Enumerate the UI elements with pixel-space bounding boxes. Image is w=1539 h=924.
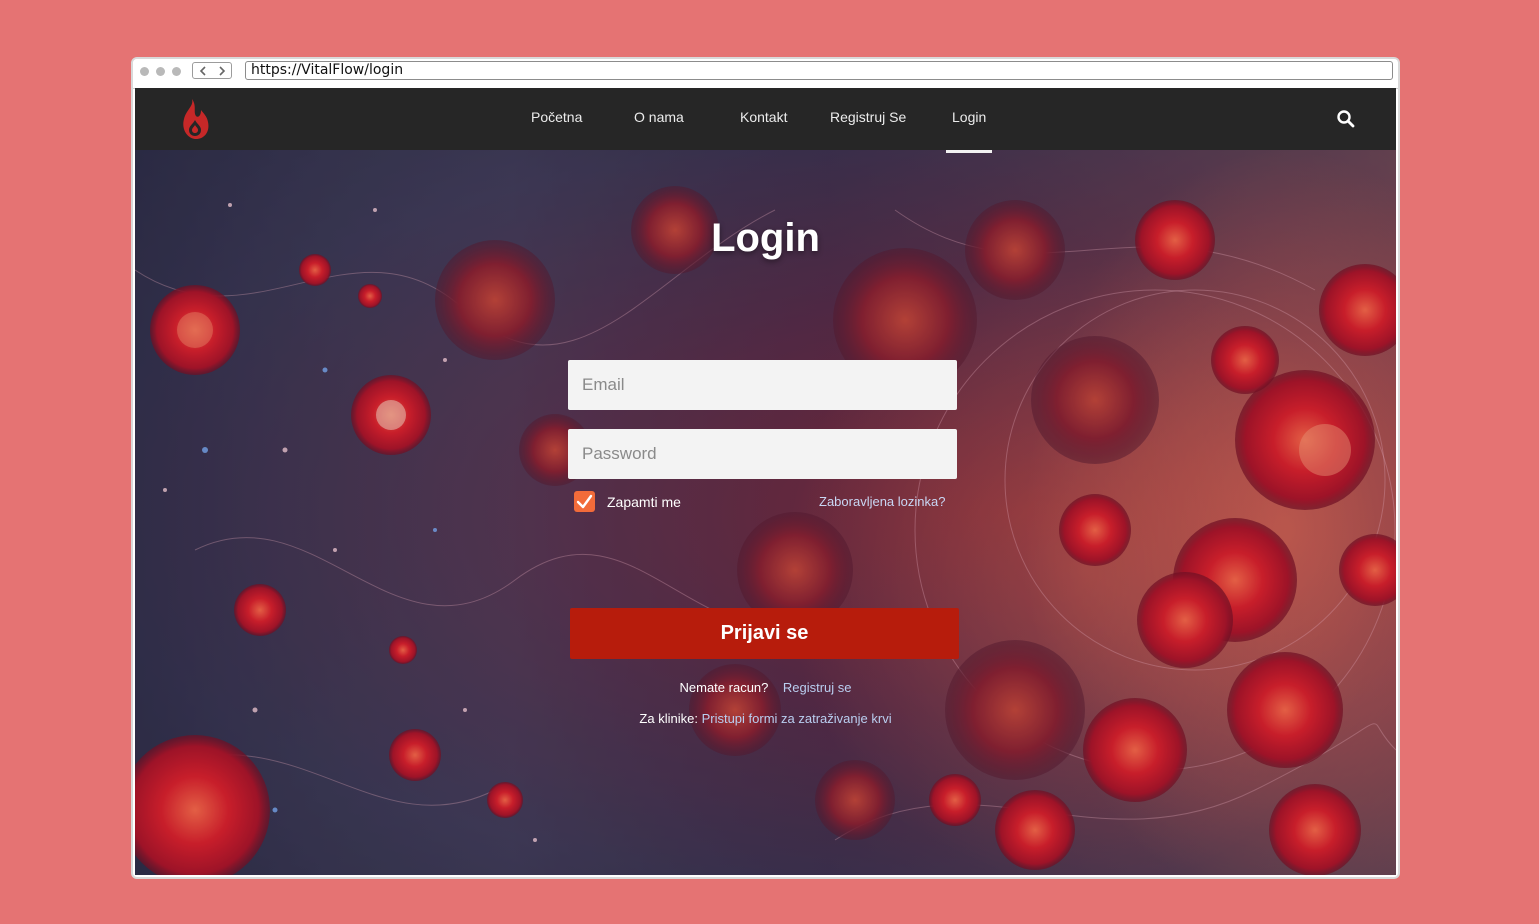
login-submit-button[interactable]: Prijavi se — [570, 608, 959, 659]
window-dot-icon — [140, 67, 149, 76]
blood-drop-flame-icon[interactable] — [177, 97, 211, 141]
register-prompt: Nemate racun? Registruj se — [135, 680, 1396, 695]
back-arrow-icon[interactable] — [199, 65, 207, 76]
browser-window: https://VitalFlow/login Početna O nama K… — [131, 57, 1400, 879]
clinics-request-link[interactable]: Pristupi formi za zatraživanje krvi — [702, 711, 892, 726]
nav-item-pocetna[interactable]: Početna — [531, 88, 582, 150]
nav-item-login[interactable]: Login — [945, 88, 993, 153]
no-account-text: Nemate racun? — [679, 680, 769, 695]
register-link[interactable]: Registruj se — [783, 680, 852, 695]
browser-chrome: https://VitalFlow/login — [133, 59, 1398, 89]
nav-item-o-nama[interactable]: O nama — [634, 88, 684, 150]
browser-nav-buttons — [192, 62, 232, 79]
window-dot-icon — [156, 67, 165, 76]
clinics-prompt: Za klinike: Pristupi formi za zatraživan… — [135, 711, 1396, 726]
email-field[interactable] — [568, 360, 957, 410]
nav-item-kontakt[interactable]: Kontakt — [740, 88, 787, 150]
url-bar[interactable]: https://VitalFlow/login — [245, 61, 1393, 80]
clinics-text: Za klinike: — [639, 711, 698, 726]
checkmark-icon — [576, 494, 593, 509]
hero-section: Login Zapamti me Zaboravljena lozinka? P… — [135, 150, 1396, 875]
navbar: Početna O nama Kontakt Registruj Se Logi… — [135, 88, 1396, 153]
forward-arrow-icon[interactable] — [218, 65, 226, 76]
password-field[interactable] — [568, 429, 957, 479]
forgot-password-link[interactable]: Zaboravljena lozinka? — [819, 494, 945, 509]
remember-me-checkbox[interactable] — [574, 491, 595, 512]
nav-item-registruj-se[interactable]: Registruj Se — [830, 88, 906, 150]
remember-me-label: Zapamti me — [607, 494, 681, 510]
page-title: Login — [711, 216, 820, 260]
search-icon[interactable] — [1336, 109, 1356, 129]
window-dot-icon — [172, 67, 181, 76]
page-viewport: Početna O nama Kontakt Registruj Se Logi… — [135, 88, 1396, 875]
